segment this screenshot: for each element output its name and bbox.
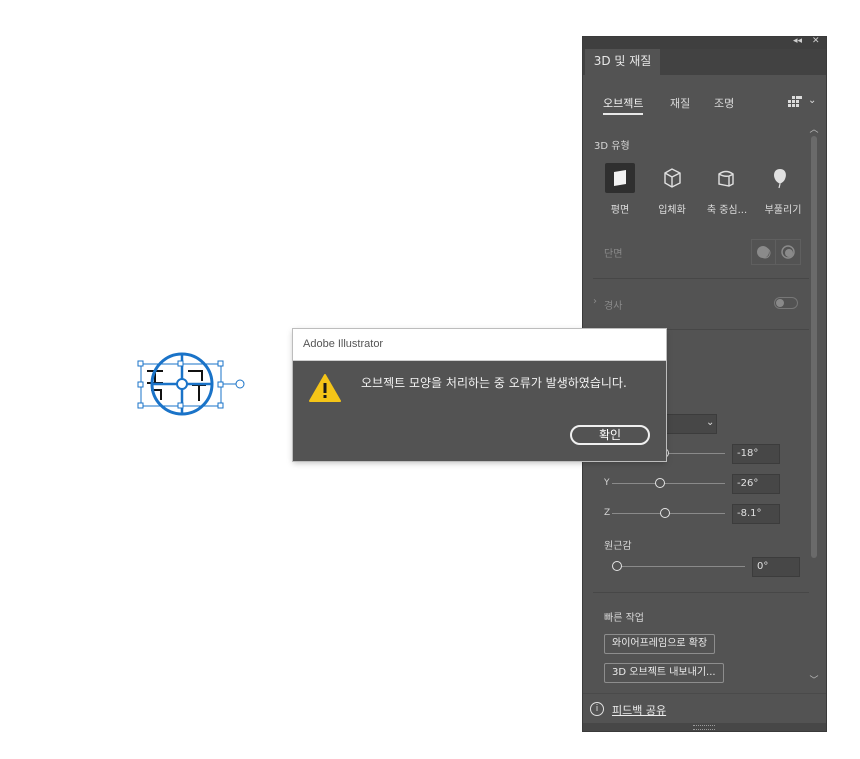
cap-off-icon[interactable] bbox=[776, 240, 799, 264]
dialog-title: Adobe Illustrator bbox=[303, 338, 384, 350]
type-revolve-button[interactable] bbox=[711, 163, 741, 193]
bevel-label: 경사 bbox=[604, 301, 623, 312]
cap-label: 단면 bbox=[604, 249, 623, 260]
rotation-z-label: Z bbox=[604, 508, 611, 518]
tab-lighting[interactable]: 조명 bbox=[714, 95, 734, 111]
render-settings-icon[interactable] bbox=[788, 96, 802, 109]
revolve-icon bbox=[718, 170, 734, 187]
rotation-y-field[interactable]: -26° bbox=[732, 474, 780, 494]
rotation-x-track bbox=[665, 453, 725, 454]
ok-button[interactable]: 확인 bbox=[570, 425, 650, 445]
tab-material[interactable]: 재질 bbox=[670, 95, 690, 111]
rotate-handle bbox=[235, 379, 245, 389]
center-handle bbox=[176, 378, 188, 390]
export-3d-object-button[interactable]: 3D 오브젝트 내보내기... bbox=[604, 663, 724, 683]
panel-header-bar: ◂◂ ✕ bbox=[583, 36, 826, 49]
cap-on-icon[interactable] bbox=[752, 240, 776, 264]
dialog-message: 오브젝트 모양을 처리하는 중 오류가 발생하였습니다. bbox=[361, 376, 627, 390]
perspective-track bbox=[617, 566, 745, 567]
type-label-plane: 평면 bbox=[610, 205, 630, 216]
rotation-y-knob[interactable] bbox=[655, 478, 665, 488]
cap-toggle-group bbox=[751, 239, 801, 265]
resize-grip-icon bbox=[693, 725, 715, 730]
chevron-down-icon[interactable]: ⌄ bbox=[808, 95, 816, 106]
quick-actions-label: 빠른 작업 bbox=[604, 613, 644, 624]
info-icon: i bbox=[590, 702, 604, 716]
rotation-y-track bbox=[612, 483, 725, 484]
section-label-3d-type: 3D 유형 bbox=[594, 141, 630, 152]
chevron-down-icon: ⌄ bbox=[706, 417, 715, 428]
perspective-label: 원근감 bbox=[604, 541, 632, 552]
close-icon[interactable]: ✕ bbox=[812, 36, 820, 46]
plane-icon bbox=[614, 170, 626, 186]
warning-icon bbox=[309, 373, 341, 403]
type-plane-button[interactable] bbox=[605, 163, 635, 193]
rotation-z-knob[interactable] bbox=[660, 508, 670, 518]
rotation-y-label: Y bbox=[604, 478, 610, 488]
type-label-extrude: 입체화 bbox=[658, 205, 686, 216]
rotation-z-field[interactable]: -8.1° bbox=[732, 504, 780, 524]
scrollbar-thumb[interactable] bbox=[811, 136, 817, 558]
panel-resize-bar[interactable] bbox=[583, 723, 826, 731]
divider bbox=[583, 693, 826, 694]
error-dialog: Adobe Illustrator 오브젝트 모양을 처리하는 중 오류가 발생… bbox=[293, 329, 666, 461]
extrude-icon bbox=[664, 168, 681, 188]
perspective-knob[interactable] bbox=[612, 561, 622, 571]
scroll-up-icon[interactable]: ︿ bbox=[809, 122, 819, 135]
scroll-down-icon[interactable]: ﹀ bbox=[809, 673, 819, 686]
type-label-inflate: 부풀리기 bbox=[764, 205, 802, 216]
bevel-toggle-knob bbox=[776, 299, 784, 307]
bevel-toggle[interactable] bbox=[774, 297, 798, 309]
perspective-field[interactable]: 0° bbox=[752, 557, 800, 577]
tab-object[interactable]: 오브젝트 bbox=[603, 95, 644, 115]
chevron-right-icon[interactable]: › bbox=[593, 296, 597, 307]
panel-title-tab[interactable]: 3D 및 재질 bbox=[585, 49, 660, 75]
type-extrude-button[interactable] bbox=[657, 163, 687, 193]
rotation-preset-dropdown[interactable]: ⌄ bbox=[659, 414, 717, 434]
dialog-titlebar[interactable]: Adobe Illustrator bbox=[293, 329, 666, 361]
type-label-revolve: 축 중심... bbox=[706, 205, 748, 216]
divider bbox=[593, 592, 809, 593]
expand-wireframe-button[interactable]: 와이어프레임으로 확장 bbox=[604, 634, 716, 654]
selected-artwork[interactable] bbox=[120, 340, 260, 430]
panel-tab-strip: 3D 및 재질 bbox=[583, 49, 826, 75]
divider bbox=[593, 278, 809, 279]
collapse-icon[interactable]: ◂◂ bbox=[793, 36, 802, 46]
inflate-icon bbox=[774, 169, 786, 189]
feedback-link[interactable]: 피드백 공유 bbox=[612, 702, 666, 718]
type-inflate-button[interactable] bbox=[765, 163, 795, 193]
rotation-x-field[interactable]: -18° bbox=[732, 444, 780, 464]
